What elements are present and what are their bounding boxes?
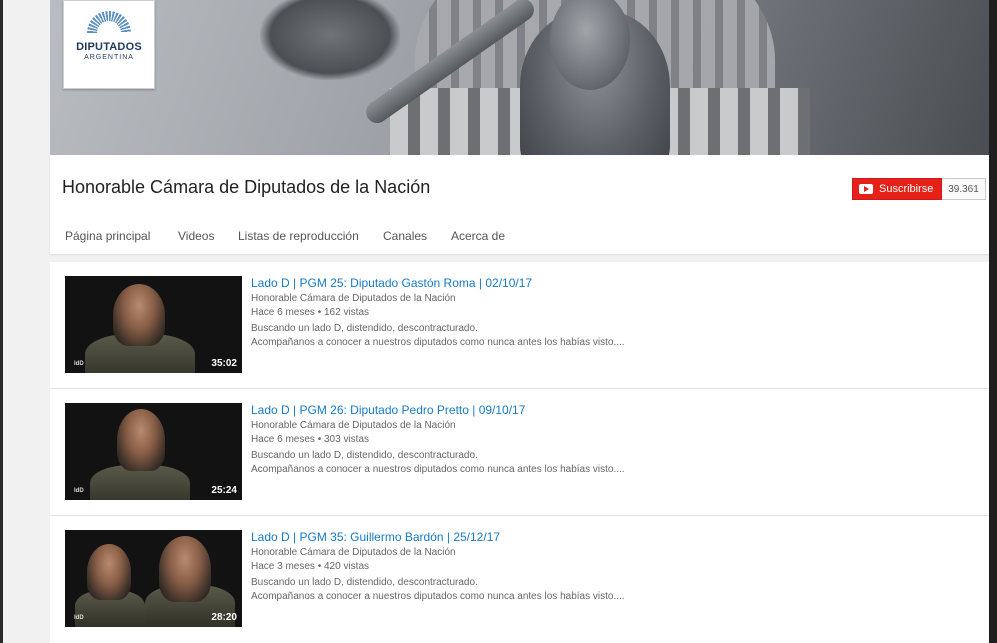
video-title-link[interactable]: Lado D | PGM 35: Guillermo Bardón | 25/1… [251, 530, 500, 544]
channel-header: Honorable Cámara de Diputados de la Naci… [50, 155, 989, 320]
video-channel[interactable]: Honorable Cámara de Diputados de la Naci… [251, 547, 456, 558]
video-result: ldD 35:02 Lado D | PGM 25: Diputado Gast… [50, 262, 989, 389]
channel-banner [50, 0, 989, 155]
youtube-play-icon [859, 184, 873, 194]
tab-about[interactable]: Acerca de [451, 229, 505, 243]
channel-tabs: Página principal Videos Listas de reprod… [50, 226, 989, 320]
channel-title[interactable]: Honorable Cámara de Diputados de la Naci… [62, 177, 430, 198]
video-stats: Hace 6 meses • 162 vistas [251, 307, 370, 318]
video-description-line1: Buscando un lado D, distendido, descontr… [251, 323, 478, 334]
thumb-logo: ldD [74, 615, 84, 621]
video-views: 162 vistas [323, 307, 370, 318]
subscriber-count: 39.361 [942, 178, 986, 200]
thumb-figure-head [159, 536, 211, 602]
channel-avatar[interactable]: DIPUTADOS ARGENTINA [63, 0, 155, 89]
video-age: Hace 3 meses [251, 561, 315, 572]
video-duration: 28:20 [211, 612, 237, 623]
tab-playlists[interactable]: Listas de reproducción [238, 229, 359, 243]
banner-laurel [260, 0, 400, 80]
logo-text-main: DIPUTADOS [76, 41, 142, 53]
video-duration: 35:02 [211, 358, 237, 369]
video-views: 420 vistas [323, 561, 370, 572]
tab-videos[interactable]: Videos [178, 229, 214, 243]
scrollbar-track[interactable] [989, 0, 997, 643]
thumb-logo: ldD [74, 361, 84, 367]
window-edge [0, 0, 3, 643]
logo-text-sub: ARGENTINA [84, 54, 134, 61]
tab-home[interactable]: Página principal [65, 229, 150, 243]
video-result: ldD 25:24 Lado D | PGM 26: Diputado Pedr… [50, 389, 989, 516]
video-description-line2: Acompañanos a conocer a nuestros diputad… [251, 337, 625, 348]
video-title-link[interactable]: Lado D | PGM 26: Diputado Pedro Pretto |… [251, 403, 525, 417]
video-thumbnail[interactable]: ldD 28:20 [65, 530, 242, 627]
video-thumbnail[interactable]: ldD 35:02 [65, 276, 242, 373]
tab-channels[interactable]: Canales [383, 229, 427, 243]
search-results: ldD 35:02 Lado D | PGM 25: Diputado Gast… [50, 262, 989, 643]
video-description-line1: Buscando un lado D, distendido, descontr… [251, 450, 478, 461]
thumb-figure-head [87, 544, 131, 600]
video-description-line2: Acompañanos a conocer a nuestros diputad… [251, 464, 625, 475]
video-result: ldD 28:20 Lado D | PGM 35: Guillermo Bar… [50, 516, 989, 643]
video-description-line1: Buscando un lado D, distendido, descontr… [251, 577, 478, 588]
left-margin [0, 0, 50, 643]
video-stats: Hace 3 meses • 420 vistas [251, 561, 370, 572]
video-title-link[interactable]: Lado D | PGM 25: Diputado Gastón Roma | … [251, 276, 532, 290]
video-description-line2: Acompañanos a conocer a nuestros diputad… [251, 591, 625, 602]
thumb-figure-head [117, 409, 165, 471]
thumb-logo: ldD [74, 488, 84, 494]
video-views: 303 vistas [323, 434, 370, 445]
video-duration: 25:24 [211, 485, 237, 496]
video-channel[interactable]: Honorable Cámara de Diputados de la Naci… [251, 293, 456, 304]
subscribe-button[interactable]: Suscribirse [852, 178, 942, 200]
video-thumbnail[interactable]: ldD 25:24 [65, 403, 242, 500]
video-stats: Hace 6 meses • 303 vistas [251, 434, 370, 445]
video-age: Hace 6 meses [251, 307, 315, 318]
video-age: Hace 6 meses [251, 434, 315, 445]
video-channel[interactable]: Honorable Cámara de Diputados de la Naci… [251, 420, 456, 431]
subscribe-label: Suscribirse [879, 183, 934, 195]
thumb-figure-head [113, 284, 165, 346]
